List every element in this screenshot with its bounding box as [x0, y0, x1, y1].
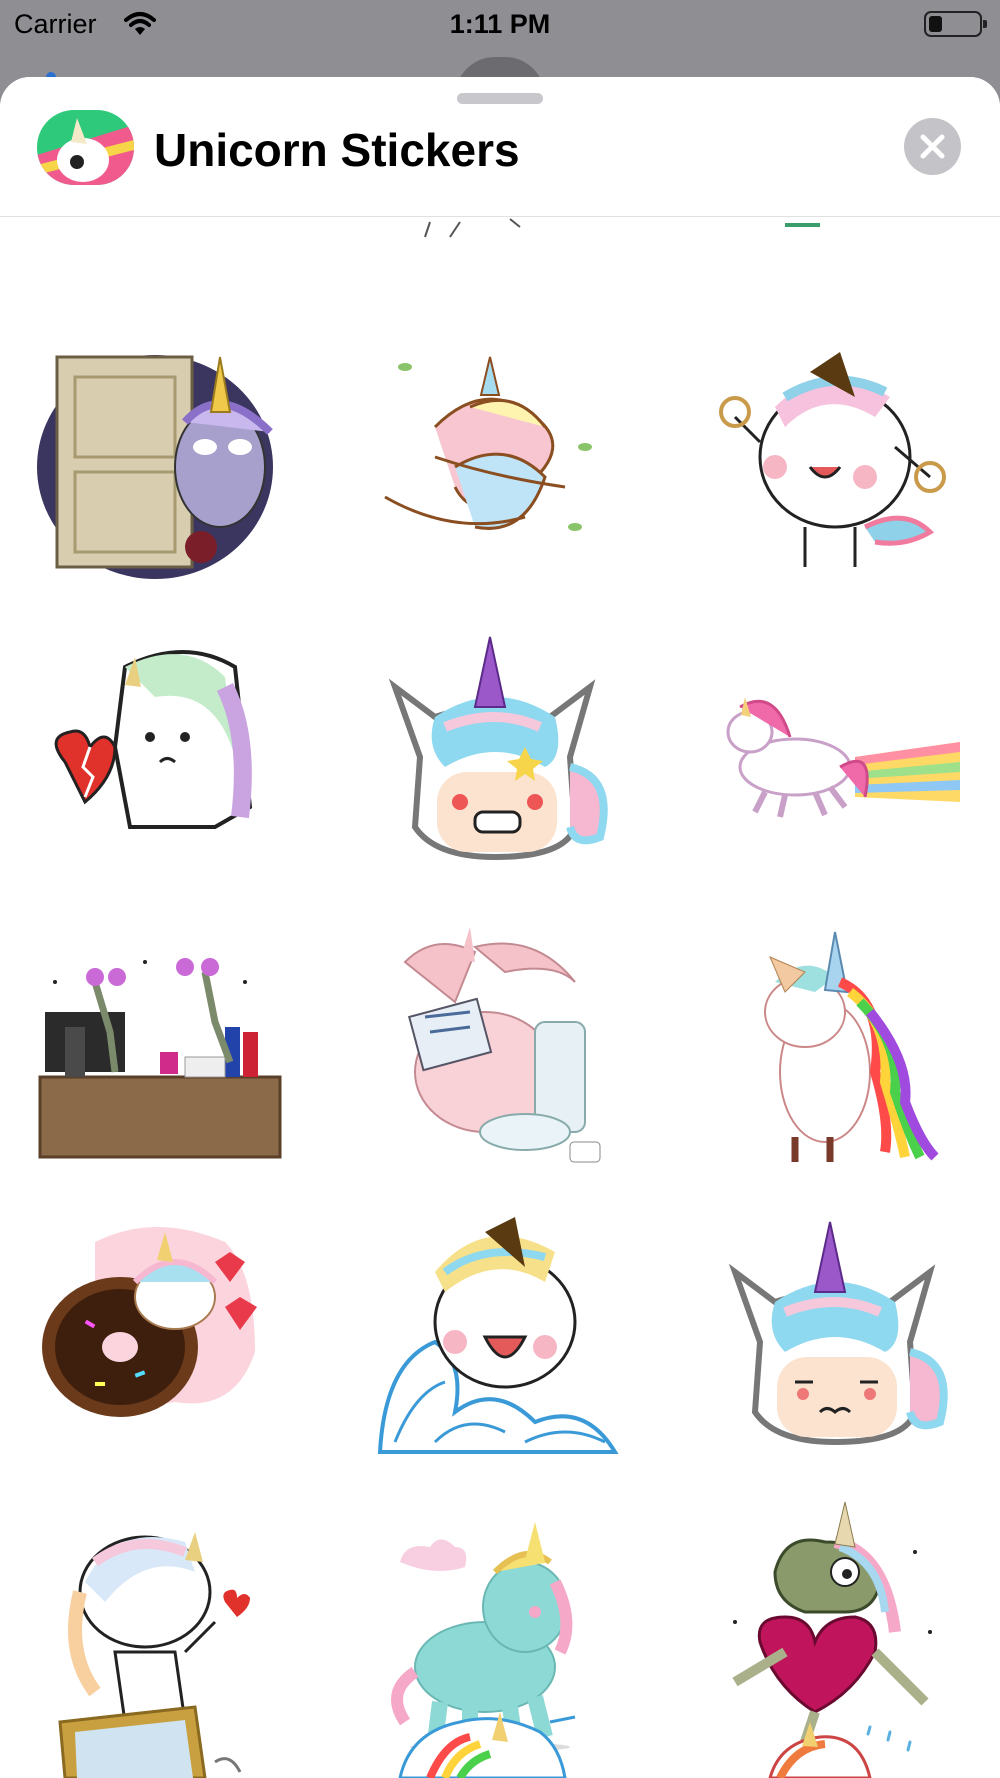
sticker-angry-unicorn[interactable] — [375, 627, 625, 877]
battery-icon — [924, 11, 987, 37]
close-button[interactable] — [904, 118, 961, 175]
status-bar: Carrier 1:11 PM — [0, 0, 1000, 50]
sticker-donut-unicorn[interactable] — [35, 1212, 285, 1462]
sticker-office-desk-unicorn[interactable] — [35, 922, 285, 1172]
unicorn-app-icon — [37, 110, 134, 185]
sticker-heartbroken-unicorn[interactable] — [35, 627, 285, 877]
sheet-grabber[interactable] — [457, 93, 543, 104]
sticker-rainbow-splash-partial[interactable] — [390, 1712, 590, 1778]
sheet-header: Unicorn Stickers — [0, 77, 1000, 217]
sticker-cheer-unicorn[interactable] — [715, 337, 965, 587]
sticker-swirl-unicorn[interactable] — [375, 337, 625, 587]
sticker-ice-cream-unicorn[interactable] — [715, 922, 965, 1172]
sticker-sheet: Unicorn Stickers — [0, 77, 1000, 1778]
sticker-rainbow-running-unicorn[interactable] — [715, 627, 965, 877]
sticker-rainy-unicorn-partial[interactable] — [750, 1722, 930, 1778]
sticker-partial-top-right — [785, 223, 820, 227]
status-time: 1:11 PM — [449, 9, 551, 39]
sticker-wave-unicorn[interactable] — [375, 1212, 625, 1462]
sticker-sad-unicorn[interactable] — [715, 1212, 965, 1462]
sheet-title: Unicorn Stickers — [154, 124, 520, 176]
sticker-unicorn-behind-door[interactable] — [35, 337, 285, 587]
close-icon — [920, 134, 945, 159]
sticker-framed-picture-partial[interactable] — [55, 1702, 245, 1778]
sticker-grid — [0, 217, 1000, 1778]
sticker-zombie-unicorn[interactable] — [715, 1502, 965, 1752]
sticker-partial-top — [424, 218, 521, 238]
sticker-reading-unicorn[interactable] — [375, 922, 625, 1172]
